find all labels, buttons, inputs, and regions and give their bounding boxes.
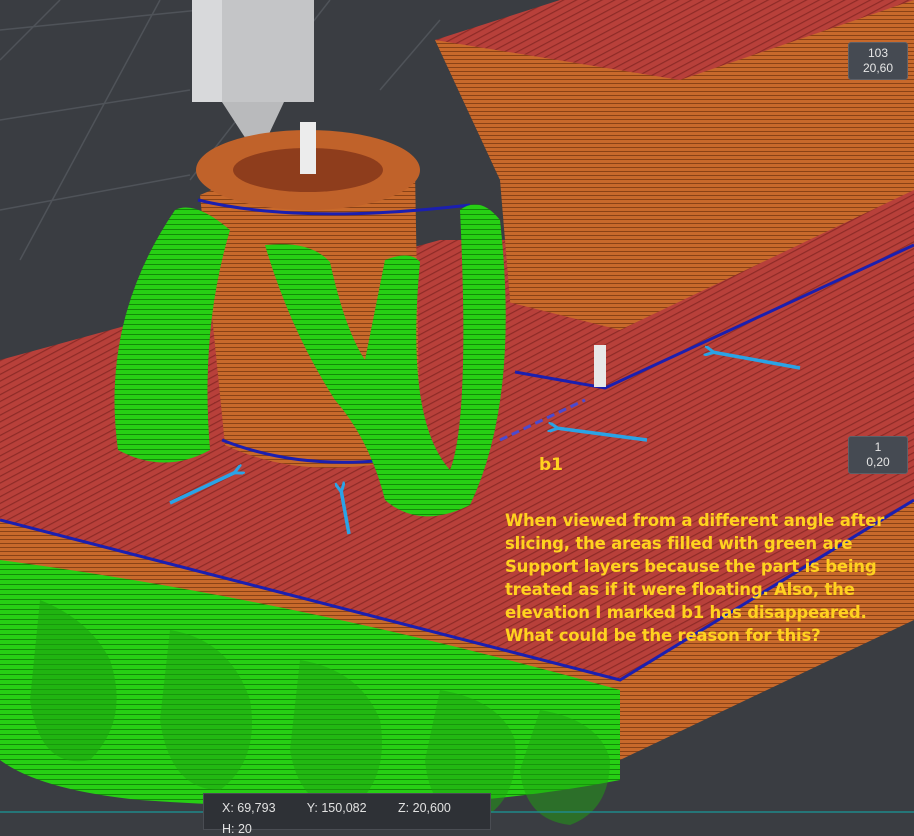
coord-partial: H: 20 xyxy=(222,822,252,836)
nozzle xyxy=(192,0,314,150)
layer-height: 20,60 xyxy=(862,61,894,75)
coord-z: Z: 20,600 xyxy=(398,801,451,815)
layer-slider-bottom[interactable]: 1 0,20 xyxy=(848,436,908,474)
coord-y: Y: 150,082 xyxy=(306,801,367,815)
layer-slider-top[interactable]: 103 20,60 xyxy=(848,42,908,80)
layer-height: 0,20 xyxy=(866,455,890,469)
cursor-coordinates: X: 69,793 Y: 150,082 Z: 20,600 H: 20 xyxy=(203,793,491,836)
b1-label: b1 xyxy=(539,455,563,475)
coord-x: X: 69,793 xyxy=(222,801,276,815)
annotation-note: When viewed from a different angle after… xyxy=(505,511,885,645)
slicer-3d-preview[interactable] xyxy=(0,0,914,828)
layer-number: 1 xyxy=(874,440,882,454)
layer-number: 103 xyxy=(867,46,889,60)
